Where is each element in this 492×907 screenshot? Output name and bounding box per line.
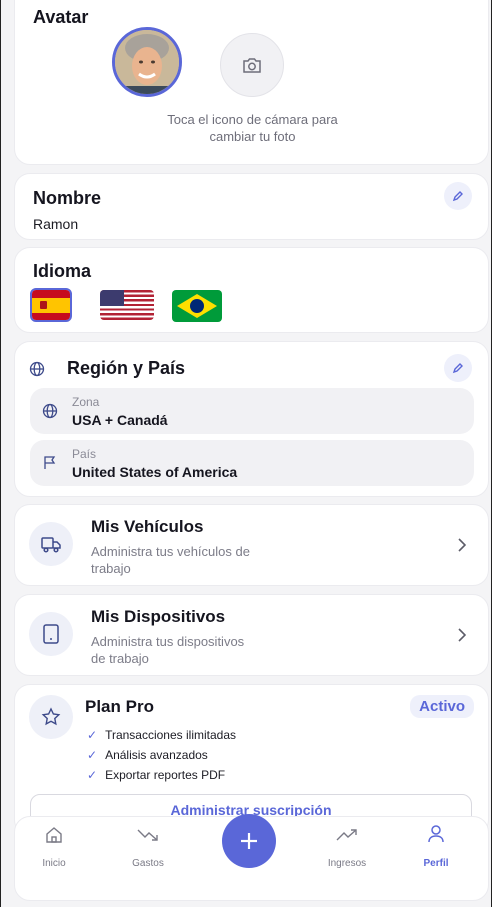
devices-icon-wrap xyxy=(29,612,73,656)
nav-item-inicio[interactable]: Inicio xyxy=(24,858,84,869)
language-title: Idioma xyxy=(33,261,92,281)
zone-value: USA + Canadá xyxy=(72,412,168,428)
devices-description: Administra tus dispositivos de trabajo xyxy=(91,634,245,666)
plan-icon-wrap xyxy=(29,695,73,739)
avatar-card: Avatar Toca el icono de cámara para camb… xyxy=(14,0,489,165)
usa-flag[interactable] xyxy=(100,290,154,320)
language-card: Idioma xyxy=(14,247,489,333)
add-transaction-button[interactable] xyxy=(222,814,276,868)
vehicles-card[interactable]: Mis Vehículos Administra tus vehículos d… xyxy=(14,504,489,586)
globe-icon xyxy=(29,361,45,377)
avatar-title: Avatar xyxy=(33,7,89,27)
nav-item-gastos[interactable]: Gastos xyxy=(118,858,178,869)
vehicles-description: Administra tus vehículos de trabajo xyxy=(91,544,250,576)
change-photo-button[interactable] xyxy=(220,33,284,97)
globe-icon xyxy=(42,403,58,419)
pencil-icon xyxy=(452,191,463,202)
trending-down-icon xyxy=(137,829,158,841)
flag-icon xyxy=(44,456,56,469)
home-icon xyxy=(46,827,62,843)
brazil-flag[interactable] xyxy=(172,290,222,322)
vehicles-icon-wrap xyxy=(29,522,73,566)
plus-icon xyxy=(241,833,257,849)
plan-status-badge: Activo xyxy=(410,695,474,718)
region-card: Región y País Zona USA + Canadá País Uni… xyxy=(14,341,489,497)
avatar-hint: Toca el icono de cámara para cambiar tu … xyxy=(167,112,338,144)
plan-feature-item: ✓ Exportar reportes PDF xyxy=(87,768,226,782)
devices-card[interactable]: Mis Dispositivos Administra tus disposit… xyxy=(14,594,489,676)
chevron-right-icon xyxy=(458,538,466,552)
check-icon: ✓ xyxy=(87,728,98,742)
edit-name-button[interactable] xyxy=(444,182,472,210)
brazil-flag-graphic xyxy=(177,294,217,318)
edit-region-button[interactable] xyxy=(444,354,472,382)
pencil-icon xyxy=(452,363,463,374)
plan-feature-list: ✓ Transacciones ilimitadas ✓ Análisis avan… xyxy=(87,725,236,785)
trending-up-icon xyxy=(336,829,357,841)
region-title: Región y País xyxy=(67,358,186,378)
chevron-right-icon xyxy=(458,628,466,642)
country-value: United States of America xyxy=(72,464,238,480)
spain-flag[interactable] xyxy=(30,288,72,322)
name-value: Ramon xyxy=(33,216,79,232)
name-title: Nombre xyxy=(33,188,102,208)
check-icon: ✓ xyxy=(87,748,98,762)
plan-feature-item: ✓ Análisis avanzados xyxy=(87,748,208,762)
avatar-photo xyxy=(115,30,179,94)
country-row: País United States of America xyxy=(30,440,474,486)
avatar[interactable] xyxy=(112,27,182,97)
plan-feature-item: ✓ Transacciones ilimitadas xyxy=(87,728,237,742)
zone-row: Zona USA + Canadá xyxy=(30,388,474,434)
camera-icon xyxy=(243,58,261,73)
devices-title: Mis Dispositivos xyxy=(91,607,226,626)
truck-icon xyxy=(41,537,61,553)
vehicles-title: Mis Vehículos xyxy=(91,517,204,536)
zone-label: Zona xyxy=(72,395,100,409)
nav-item-perfil[interactable]: Perfil xyxy=(406,858,466,869)
country-label: País xyxy=(72,447,97,461)
nav-item-ingresos[interactable]: Ingresos xyxy=(317,858,377,869)
star-icon xyxy=(41,707,61,726)
tablet-icon xyxy=(43,624,59,644)
name-card: Nombre Ramon xyxy=(14,173,489,240)
plan-title: Plan Pro xyxy=(85,697,154,716)
user-icon xyxy=(428,825,444,843)
check-icon: ✓ xyxy=(87,768,98,782)
